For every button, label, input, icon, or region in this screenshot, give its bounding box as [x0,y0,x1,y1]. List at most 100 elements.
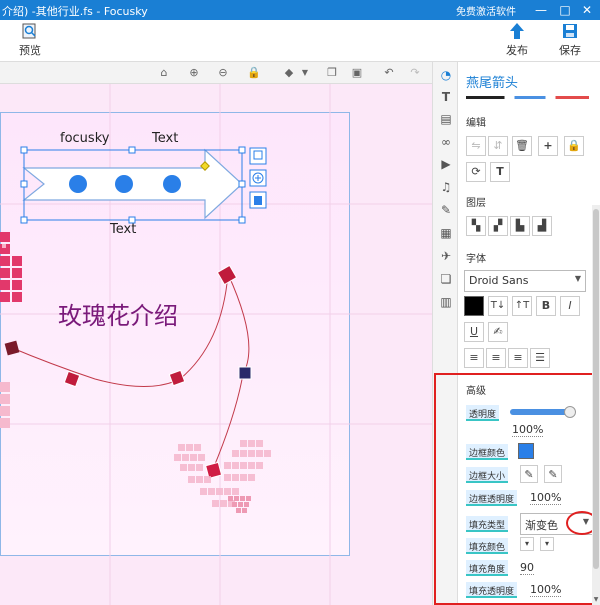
send-backward-icon[interactable]: ▙ [510,216,530,236]
panel-scrollbar[interactable]: ▼ [592,205,600,605]
fill-type-value: 渐变色 [525,519,558,532]
text-tab-icon[interactable]: T [437,88,455,106]
bring-forward-icon[interactable]: ▞ [488,216,508,236]
advanced-highlight-box [434,373,600,605]
send-to-back-icon[interactable]: ▟ [532,216,552,236]
border-color-swatch[interactable] [518,443,534,459]
magnifier-icon [22,23,36,39]
properties-panel: 燕尾箭头 编辑 ⇋ ⇵ 🗑 + 🔒 ⟳ T 图层 ▚ ▞ ▙ ▟ 字体 Droi… [434,62,600,605]
shape-side-buttons [249,147,267,209]
path-node[interactable] [238,366,252,380]
font-size-down-icon[interactable]: T↓ [488,296,508,316]
path-node[interactable] [4,340,20,356]
plane-tab-icon[interactable]: ✈ [437,247,455,265]
fill-color-label: 填充颜色 [466,538,509,554]
arrow-label-bottom[interactable]: Text [110,222,136,237]
plus-icon[interactable]: + [538,136,558,156]
paste-icon[interactable]: ▣ [349,65,365,81]
advanced-section-label: 高级 [466,386,486,397]
font-color-swatch[interactable] [464,296,484,316]
editing-canvas[interactable]: focusky Text Text 玫瑰花介绍 [0,84,432,605]
paint-bucket-icon[interactable]: ◆ [281,65,297,81]
align-right-icon[interactable]: ≡ [508,348,528,368]
minimize-button[interactable]: — [530,0,552,20]
image-tab-icon[interactable]: ▤ [437,110,455,128]
opacity-slider-handle[interactable] [564,406,576,418]
text-insert-icon[interactable]: T [490,162,510,182]
arrow-label-left[interactable]: focusky [60,131,109,146]
flash-tab-icon[interactable]: ✎ [437,201,455,219]
lock-shape-icon[interactable]: 🔒 [564,136,584,156]
fill-opacity-value[interactable]: 100% [530,583,562,597]
publish-button[interactable]: 发布 [497,22,537,58]
arrow-label-right[interactable]: Text [152,131,178,146]
border-color-label: 边框颜色 [466,444,509,460]
slide-heading[interactable]: 玫瑰花介绍 [58,296,178,331]
maximize-button[interactable]: □ [554,0,576,20]
underline-icon[interactable]: U [464,322,484,342]
save-label: 保存 [559,44,581,57]
preview-label: 预览 [19,44,41,57]
font-size-up-icon[interactable]: ↑T [512,296,532,316]
canvas-toolbar: ⌂ ⊕ ⊖ 🔒 ◆ ▼ ❐ ▣ ↶ ↷ [0,62,432,84]
border-thinner-icon[interactable]: ✎ [520,465,538,483]
layers-tab-icon[interactable]: ❏ [437,270,455,288]
flip-vertical-icon[interactable]: ⇵ [488,136,508,156]
font-family-select[interactable]: Droid Sans ▼ [464,270,586,292]
link-tab-icon[interactable]: ∞ [437,133,455,151]
path-node[interactable] [205,461,223,479]
zoom-out-icon[interactable]: ⊖ [215,65,231,81]
bring-to-front-icon[interactable]: ▚ [466,216,486,236]
align-justify-icon[interactable]: ☰ [530,348,550,368]
save-button[interactable]: 保存 [550,22,590,58]
path-node[interactable] [168,369,186,387]
flip-horizontal-icon[interactable]: ⇋ [466,136,486,156]
title-bar: 介绍) -其他行业.fs - Focusky 免费激活软件 — □ ✕ [0,0,600,20]
zoom-in-icon[interactable]: ⊕ [186,65,202,81]
copy-icon[interactable]: ❐ [324,65,340,81]
opacity-slider-track[interactable] [510,406,576,418]
publish-label: 发布 [506,44,528,57]
chevron-down-icon[interactable]: ▼ [297,65,313,81]
opacity-value[interactable]: 100% [512,423,544,437]
preview-button[interactable]: 预览 [10,22,50,58]
trash-icon[interactable]: 🗑 [512,136,532,156]
add-shape-icon[interactable] [249,169,267,187]
music-tab-icon[interactable]: ♫ [437,178,455,196]
border-opacity-value[interactable]: 100% [530,491,562,505]
window-title: 介绍) -其他行业.fs - Focusky [2,5,148,18]
style-swatches[interactable] [466,96,594,99]
path-node[interactable] [63,370,81,388]
layout-tab-icon[interactable]: ▥ [437,293,455,311]
upload-arrow-icon [510,23,524,39]
lock-icon[interactable]: 🔒 [246,65,262,81]
layer-section-label: 图层 [466,198,486,209]
italic-icon[interactable]: I [560,296,580,316]
copy-shape-icon[interactable] [249,147,267,165]
slides-tab-icon[interactable]: ▦ [437,224,455,242]
close-button[interactable]: ✕ [576,0,598,20]
swallowtail-arrow-shape[interactable] [20,146,246,224]
fill-angle-value[interactable]: 90 [520,561,534,575]
fill-color-start-swatch[interactable]: ▾ [520,537,534,551]
edit-section-label: 编辑 [466,118,486,129]
bold-icon[interactable]: B [536,296,556,316]
align-left-icon[interactable]: ≡ [464,348,484,368]
scroll-down-icon[interactable]: ▼ [592,596,600,603]
main-toolbar: 预览 发布 保存 [0,20,600,62]
redo-icon[interactable]: ↷ [407,65,423,81]
fill-color-end-swatch[interactable]: ▾ [540,537,554,551]
activate-link[interactable]: 免费激活软件 [456,3,516,18]
refresh-icon[interactable]: ⟳ [466,162,486,182]
video-tab-icon[interactable]: ▶ [437,155,455,173]
panel-title: 燕尾箭头 [466,76,519,91]
home-icon[interactable]: ⌂ [156,65,172,81]
delete-shape-icon[interactable] [249,191,267,209]
format-brush-icon[interactable]: ✍ [488,322,508,342]
undo-icon[interactable]: ↶ [381,65,397,81]
shape-tab-icon[interactable]: ◔ [437,66,455,84]
scrollbar-thumb[interactable] [593,209,599,569]
align-center-icon[interactable]: ≡ [486,348,506,368]
fill-type-label: 填充类型 [466,516,509,532]
border-thicker-icon[interactable]: ✎ [544,465,562,483]
